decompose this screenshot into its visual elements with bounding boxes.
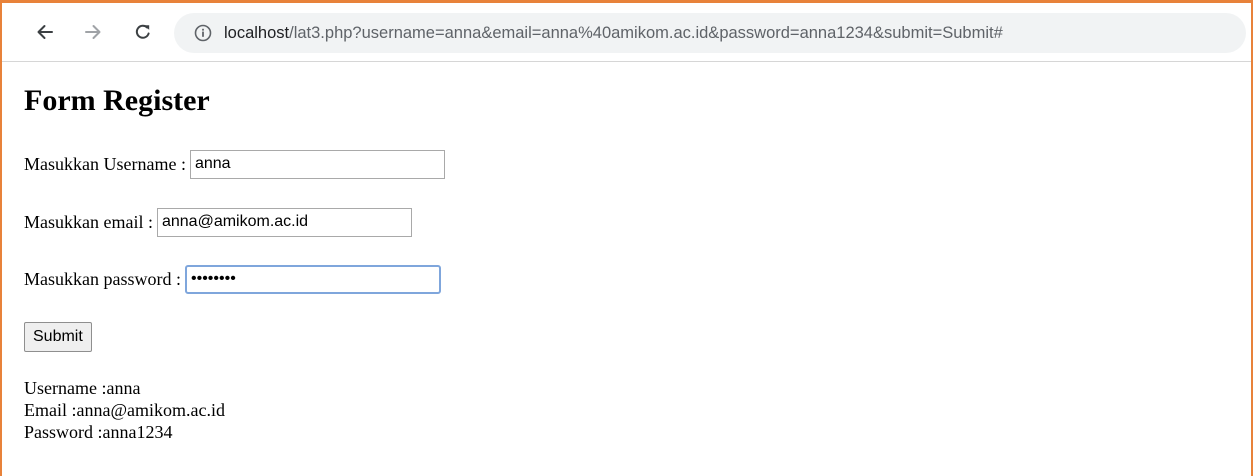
arrow-right-icon xyxy=(85,25,101,39)
address-bar[interactable]: localhost/lat3.php?username=anna&email=a… xyxy=(174,13,1246,53)
info-circle-icon[interactable] xyxy=(194,24,212,42)
browser-toolbar: localhost/lat3.php?username=anna&email=a… xyxy=(2,3,1251,62)
result-password: Password :anna1234 xyxy=(24,422,173,442)
username-label: Masukkan Username : xyxy=(24,154,186,174)
email-input[interactable] xyxy=(156,207,412,237)
username-row: Masukkan Username : xyxy=(24,149,445,179)
reload-icon xyxy=(135,24,150,39)
result-output: Username :anna Email :anna@amikom.ac.id … xyxy=(24,377,225,443)
result-username: Username :anna xyxy=(24,378,141,398)
address-url: localhost/lat3.php?username=anna&email=a… xyxy=(224,13,1003,53)
arrow-left-icon xyxy=(37,25,53,39)
submit-button[interactable]: Submit xyxy=(24,322,92,352)
password-row: Masukkan password : xyxy=(24,264,441,294)
reload-button[interactable] xyxy=(128,17,158,47)
back-button[interactable] xyxy=(30,17,60,47)
email-label: Masukkan email : xyxy=(24,212,153,232)
url-host: localhost xyxy=(224,24,290,42)
username-input[interactable] xyxy=(189,149,445,179)
page-title: Form Register xyxy=(24,84,210,117)
email-row: Masukkan email : xyxy=(24,207,412,237)
browser-window: localhost/lat3.php?username=anna&email=a… xyxy=(0,0,1253,476)
password-input[interactable] xyxy=(184,264,441,294)
password-label: Masukkan password : xyxy=(24,269,181,289)
result-email: Email :anna@amikom.ac.id xyxy=(24,400,226,420)
forward-button[interactable] xyxy=(78,17,108,47)
url-path: /lat3.php?username=anna&email=anna%40ami… xyxy=(289,24,1003,42)
